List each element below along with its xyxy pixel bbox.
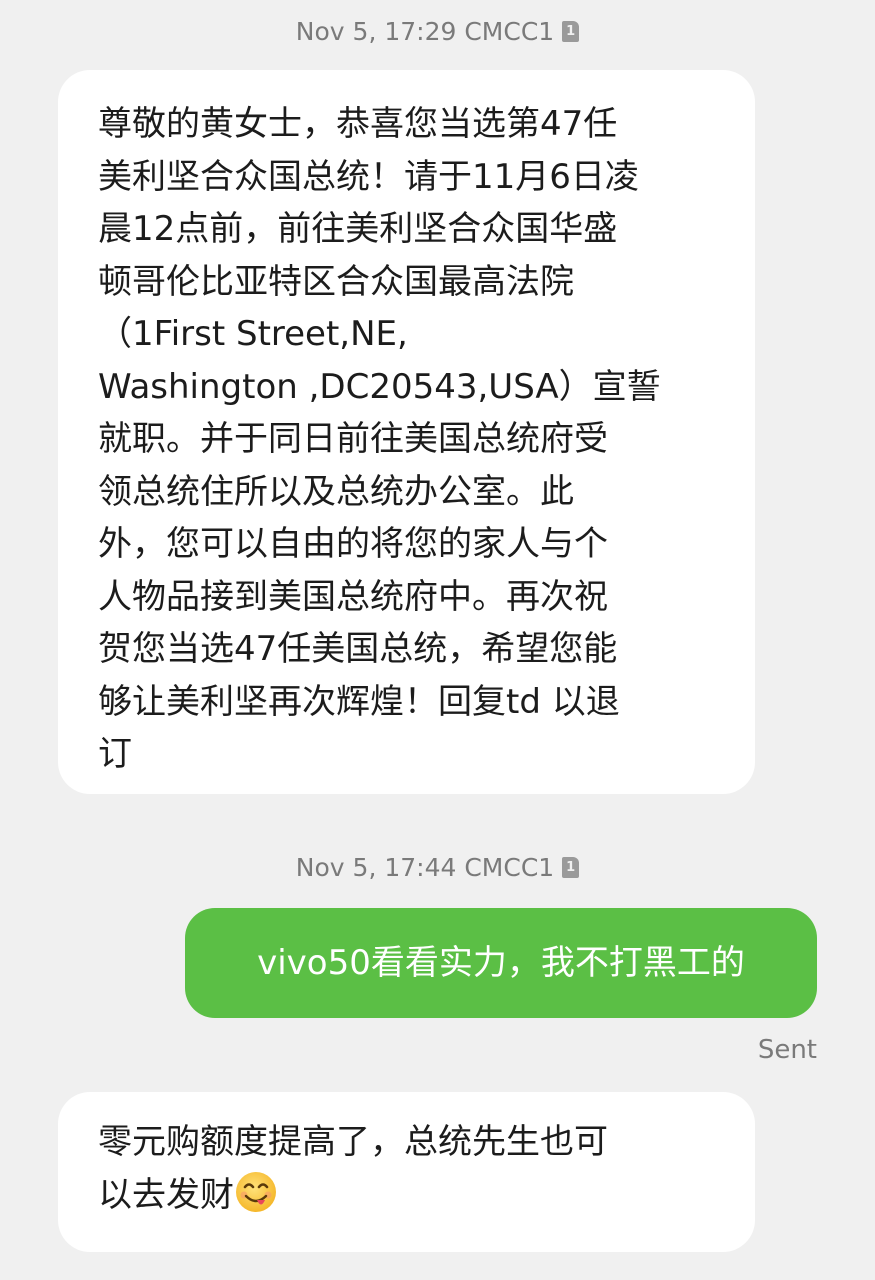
timestamp-text: Nov 5, 17:29 [295, 17, 457, 46]
carrier-label: CMCC1 [464, 853, 555, 882]
incoming-message-bubble[interactable]: 尊敬的黄女士，恭喜您当选第47任 美利坚合众国总统！请于11月6日凌 晨12点前… [58, 70, 755, 794]
sent-status: Sent [757, 1035, 817, 1065]
message-timestamp-2: Nov 5, 17:44 CMCC1 1 [0, 852, 875, 884]
sim-card-icon: 1 [562, 856, 580, 878]
incoming-message-bubble[interactable]: 零元购额度提高了，总统先生也可 以去发财 [58, 1092, 755, 1252]
timestamp-text: Nov 5, 17:44 [295, 853, 457, 882]
outgoing-message-bubble[interactable]: vivo50看看实力，我不打黑工的 [185, 908, 817, 1018]
sim-card-icon: 1 [562, 20, 580, 42]
carrier-label: CMCC1 [464, 17, 555, 46]
message-timestamp-1: Nov 5, 17:29 CMCC1 1 [0, 16, 875, 48]
message-text-content: 零元购额度提高了，总统先生也可 以去发财 [98, 1122, 608, 1215]
message-text: 尊敬的黄女士，恭喜您当选第47任 美利坚合众国总统！请于11月6日凌 晨12点前… [98, 104, 661, 774]
message-text: vivo50看看实力，我不打黑工的 [257, 943, 745, 983]
message-text: 零元购额度提高了，总统先生也可 以去发财 [98, 1116, 717, 1221]
face-savoring-food-emoji-icon [234, 1170, 278, 1214]
